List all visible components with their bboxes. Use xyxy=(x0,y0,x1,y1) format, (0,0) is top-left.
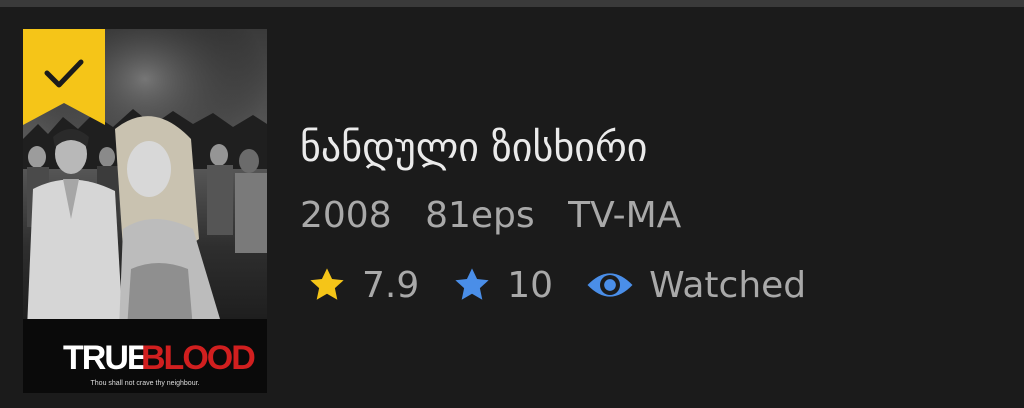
score-primary: 7.9 xyxy=(362,264,420,306)
star-icon-secondary xyxy=(451,264,493,306)
meta-row: 2008 81eps TV-MA xyxy=(300,195,703,236)
stats-row: 7.9 10 Watched xyxy=(306,257,806,313)
top-divider-bar xyxy=(0,0,1024,7)
episodes-text: 81eps xyxy=(425,195,535,236)
star-icon xyxy=(306,264,348,306)
score-secondary: 10 xyxy=(507,264,554,306)
watched-ribbon xyxy=(23,29,105,125)
eye-icon xyxy=(585,264,635,306)
item-title: ნანდული ზისხირი xyxy=(300,125,648,171)
poster-logo-blood: BLOOD xyxy=(141,339,255,377)
poster-logo-true: TRUE xyxy=(63,339,149,377)
year-text: 2008 xyxy=(300,195,392,236)
content-rating-text: TV-MA xyxy=(568,195,682,236)
poster-tagline: Thou shall not crave thy neighbour. xyxy=(91,380,200,387)
media-card[interactable]: TRUE BLOOD Thou shall not crave thy neig… xyxy=(0,7,1024,408)
watched-status: Watched xyxy=(649,264,807,306)
